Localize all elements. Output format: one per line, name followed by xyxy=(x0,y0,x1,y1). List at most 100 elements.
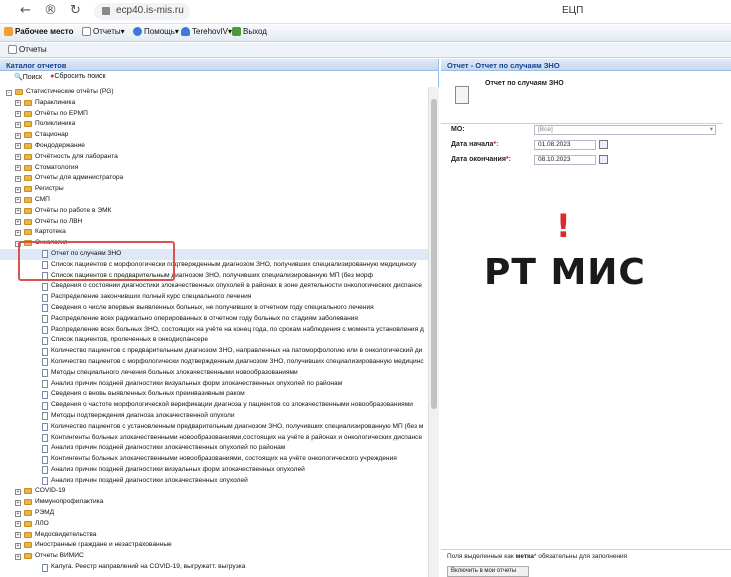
address-bar[interactable]: ecp40.is-mis.ru xyxy=(94,3,190,20)
expand-toggle-icon[interactable]: + xyxy=(15,154,21,161)
extension-icon[interactable]: ® xyxy=(44,3,57,18)
folder-icon xyxy=(24,196,32,203)
user-menu-button[interactable]: TerehovIV ▾ xyxy=(181,27,232,36)
tree-folder[interactable]: + Поликлиника xyxy=(0,119,428,130)
exit-button[interactable]: Выход xyxy=(232,27,267,36)
calendar-icon[interactable] xyxy=(599,155,608,164)
expand-toggle-icon[interactable]: + xyxy=(15,121,21,128)
exit-icon xyxy=(232,27,241,36)
tree-folder[interactable]: + СМП xyxy=(0,195,428,206)
expand-toggle-icon[interactable]: + xyxy=(15,499,21,506)
report-header: Отчет - Отчет по случаям ЗНО xyxy=(441,59,731,71)
tree-report-item[interactable]: Анализ причин поздней диагностики визуал… xyxy=(0,465,428,476)
tree-report-item[interactable]: Количество пациентов с морфологически по… xyxy=(0,357,428,368)
tree-folder[interactable]: − Статистические отчёты (PG) xyxy=(0,87,428,98)
tree-folder[interactable]: + COVID-19 xyxy=(0,486,428,497)
workplace-button[interactable]: Рабочее место xyxy=(4,27,73,36)
tree-folder[interactable]: + Иностранные граждане и незастрахованные xyxy=(0,540,428,551)
start-date-input[interactable]: 01.08.2023 xyxy=(534,140,596,150)
tree-folder[interactable]: + Фондодержание xyxy=(0,141,428,152)
expand-toggle-icon[interactable]: + xyxy=(15,219,21,226)
expand-toggle-icon[interactable]: + xyxy=(15,132,21,139)
reload-icon[interactable]: ↻ xyxy=(70,3,81,18)
expand-toggle-icon[interactable]: − xyxy=(6,89,12,96)
tree-report-item[interactable]: Количество пациентов с установленным пре… xyxy=(0,422,428,433)
tree-report-item[interactable]: Сведения о состоянии диагностики злокаче… xyxy=(0,281,428,292)
tree-report-item[interactable]: Калуга. Реестр направлений на COVID-19, … xyxy=(0,562,428,573)
folder-icon xyxy=(24,542,32,549)
tree-folder[interactable]: + Стационар xyxy=(0,130,428,141)
back-arrow-icon[interactable]: ← xyxy=(20,3,31,18)
scrollbar-thumb[interactable] xyxy=(431,99,437,409)
tree-report-item[interactable]: Распределение всех радикально оперирован… xyxy=(0,314,428,325)
tree-report-item[interactable]: Методы специального лечения больных злок… xyxy=(0,368,428,379)
calendar-icon[interactable] xyxy=(599,140,608,149)
tree-item-label: Поликлиника xyxy=(35,120,76,128)
expand-toggle-icon[interactable]: + xyxy=(15,521,21,528)
expand-toggle-icon[interactable]: + xyxy=(15,542,21,549)
tree-report-item[interactable]: Сведения о вновь выявленных больных преи… xyxy=(0,389,428,400)
tree-report-item[interactable]: Контингенты больных злокачественными нов… xyxy=(0,454,428,465)
search-button[interactable]: 🔍Поиск xyxy=(14,73,42,83)
tree-folder[interactable]: + Отчеты ВИМИС xyxy=(0,551,428,562)
add-to-my-reports-button[interactable]: Включить в мои отчеты xyxy=(447,566,529,577)
tree-folder[interactable]: + РЭМД xyxy=(0,508,428,519)
expand-toggle-icon[interactable]: + xyxy=(15,197,21,204)
tree-report-item[interactable]: Анализ причин поздней диагностики злокач… xyxy=(0,476,428,487)
tree-folder[interactable]: + Медосвидетельства xyxy=(0,530,428,541)
expand-toggle-icon[interactable]: + xyxy=(15,488,21,495)
expand-toggle-icon[interactable]: + xyxy=(15,229,21,236)
expand-toggle-icon[interactable]: + xyxy=(15,553,21,560)
expand-toggle-icon[interactable]: + xyxy=(15,532,21,539)
browser-bar: ← ® ↻ ecp40.is-mis.ru ЕЦП xyxy=(0,0,731,24)
tree-report-item[interactable]: Контингенты больных злокачественными нов… xyxy=(0,433,428,444)
tree-report-item[interactable]: Анализ причин поздней диагностики злокач… xyxy=(0,443,428,454)
tree-folder[interactable]: + Стоматология xyxy=(0,163,428,174)
tree-report-item[interactable]: Методы подтверждения диагноза злокачеств… xyxy=(0,411,428,422)
expand-toggle-icon[interactable]: + xyxy=(15,100,21,107)
tree-item-label: Отчёты по ЛВН xyxy=(35,217,83,225)
tree-folder[interactable]: + Регистры xyxy=(0,184,428,195)
mo-select[interactable]: [Все] ▾ xyxy=(534,125,716,135)
tree-item-label: Иностранные граждане и незастрахованные xyxy=(35,541,172,549)
tree-report-item[interactable]: Распределение всех больных ЗНО, состоящи… xyxy=(0,325,428,336)
tree-folder[interactable]: + Параклиника xyxy=(0,98,428,109)
tree-item-label: Количество пациентов с морфологически по… xyxy=(51,357,424,365)
expand-toggle-icon[interactable]: + xyxy=(15,186,21,193)
tree-report-item[interactable]: Распределение закончивших полный курс сп… xyxy=(0,292,428,303)
tree-folder[interactable]: + Отчёты по ЛВН xyxy=(0,217,428,228)
end-date-input[interactable]: 08.10.2023 xyxy=(534,155,596,165)
report-params-panel: Отчет - Отчет по случаям ЗНО Отчет по сл… xyxy=(441,59,731,577)
tree-folder[interactable]: + Отчёты по ЕРМП xyxy=(0,109,428,120)
tree-item-label: Сведения о вновь выявленных больных преи… xyxy=(51,390,245,398)
tree-report-item[interactable]: Количество пациентов с предварительным д… xyxy=(0,346,428,357)
tree-report-item[interactable]: Сведения о числе впервые выявленных боль… xyxy=(0,303,428,314)
expand-toggle-icon[interactable]: + xyxy=(15,208,21,215)
workplace-label: Рабочее место xyxy=(15,27,74,36)
tree-folder[interactable]: + Картотека xyxy=(0,227,428,238)
tree-folder[interactable]: + ЛЛО xyxy=(0,519,428,530)
folder-icon xyxy=(24,207,32,214)
tree-report-item[interactable]: Сведения о частоте морфологической вериф… xyxy=(0,400,428,411)
tree-item-label: Анализ причин поздней диагностики визуал… xyxy=(51,379,343,387)
tree-report-item[interactable]: Анализ причин поздней диагностики визуал… xyxy=(0,379,428,390)
help-menu-button[interactable]: Помощь ▾ xyxy=(133,27,179,36)
tree-folder[interactable]: + Отчёты по работе в ЭМК xyxy=(0,206,428,217)
tab-reports[interactable]: Отчеты xyxy=(8,45,47,54)
tree-folder[interactable]: + Отчётность для лаборанта xyxy=(0,152,428,163)
tree-scrollbar[interactable] xyxy=(428,87,439,577)
expand-toggle-icon[interactable]: + xyxy=(15,111,21,118)
expand-toggle-icon[interactable]: + xyxy=(15,175,21,182)
expand-toggle-icon[interactable]: + xyxy=(15,143,21,150)
tree-folder[interactable]: + Отчеты для администратора xyxy=(0,173,428,184)
reports-menu-button[interactable]: Отчеты ▾ xyxy=(82,27,125,36)
tree-folder[interactable]: + Иммунопрофилактика xyxy=(0,497,428,508)
tree-item-label: Медосвидетельства xyxy=(35,530,97,538)
report-document-icon xyxy=(42,315,48,324)
reset-search-label: Сбросить поиск xyxy=(54,73,106,80)
tree-report-item[interactable]: Список пациентов, пролеченных в онкодисп… xyxy=(0,335,428,346)
expand-toggle-icon[interactable]: + xyxy=(15,165,21,172)
reset-search-button[interactable]: ●Сбросить поиск xyxy=(50,73,105,83)
expand-toggle-icon[interactable]: + xyxy=(15,510,21,517)
folder-icon xyxy=(24,488,32,495)
